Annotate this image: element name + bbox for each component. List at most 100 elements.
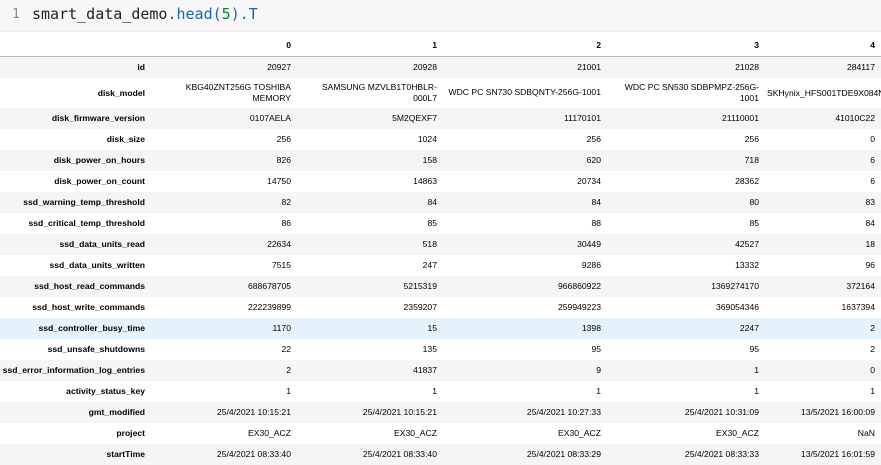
- table-cell: 259949223: [557, 302, 601, 312]
- table-cell: 5M2QEXF7: [392, 113, 437, 123]
- column-header: 4: [765, 33, 881, 57]
- table-cell: 826: [276, 155, 291, 165]
- table-row: disk_power_on_count 14750 14863 20734 28…: [0, 171, 881, 192]
- table-cell: 14750: [267, 176, 291, 186]
- table-cell: 25/4/2021 10:27:33: [526, 407, 601, 417]
- table-cell: 2359207: [403, 302, 437, 312]
- table-cell: 13/5/2021 16:01:59: [800, 449, 875, 459]
- table-cell: 256: [744, 134, 759, 144]
- table-cell: 25/4/2021 08:33:40: [216, 449, 291, 459]
- table-cell: 80: [749, 197, 759, 207]
- column-header: 0: [151, 33, 297, 57]
- table-cell: 25/4/2021 08:33:33: [684, 449, 759, 459]
- table-row-highlighted: ssd_controller_busy_time 1170 15 1398 22…: [0, 317, 881, 339]
- table-cell: 85: [427, 218, 437, 228]
- line-number: 1: [12, 7, 20, 22]
- code-close-paren: ): [230, 5, 240, 23]
- row-label: ssd_data_units_written: [49, 260, 145, 270]
- table-cell: 1: [596, 386, 601, 396]
- table-cell: 2: [870, 323, 875, 333]
- table-cell: EX30_ACZ: [558, 428, 601, 438]
- table-cell: 1: [754, 386, 759, 396]
- table-cell: 372164: [846, 281, 875, 291]
- table-cell: 21028: [735, 62, 759, 73]
- row-label: ssd_host_write_commands: [32, 302, 145, 312]
- table-cell: 88: [591, 218, 601, 228]
- column-header: 3: [607, 33, 765, 57]
- code-cell-input[interactable]: 1 smart_data_demo.head(5).T: [0, 0, 881, 32]
- table-cell: 84: [865, 218, 875, 228]
- table-cell: 1: [432, 386, 437, 396]
- table-cell: 718: [744, 155, 759, 165]
- table-cell: EX30_ACZ: [248, 428, 291, 438]
- table-cell: 21001: [577, 62, 601, 73]
- table-cell: 369054346: [715, 302, 759, 312]
- table-cell: KBG40ZNT256G TOSHIBA MEMORY: [185, 81, 291, 103]
- row-label: ssd_warning_temp_threshold: [23, 197, 145, 207]
- table-cell: 20928: [413, 62, 437, 73]
- table-row: disk_power_on_hours 826 158 620 718 6: [0, 149, 881, 171]
- table-cell: SKHynix_HFS001TDE9X084N: [767, 87, 881, 98]
- column-header: 2: [443, 33, 607, 57]
- table-row: activity_status_key 1 1 1 1 1: [0, 381, 881, 402]
- table-cell: 85: [749, 218, 759, 228]
- table-cell: NaN: [857, 428, 875, 438]
- table-row: disk_firmware_version 0107AELA 5M2QEXF7 …: [0, 107, 881, 129]
- code-line[interactable]: smart_data_demo.head(5).T: [32, 5, 258, 23]
- table-cell: 18: [865, 239, 875, 249]
- header-row: 0 1 2 3 4: [0, 33, 881, 57]
- table-row: disk_model KBG40ZNT256G TOSHIBA MEMORY S…: [0, 78, 881, 108]
- table-row: ssd_data_units_written 7515 247 9286 133…: [0, 255, 881, 276]
- row-label: disk_power_on_hours: [53, 155, 145, 165]
- table-cell: 9: [596, 365, 601, 375]
- table-cell: 1637394: [841, 302, 875, 312]
- table-cell: 21110001: [722, 113, 759, 123]
- table-row: ssd_data_units_read 22634 518 30449 4252…: [0, 233, 881, 255]
- table-cell: 96: [865, 260, 875, 270]
- table-cell: 1: [870, 386, 875, 396]
- index-header: [0, 33, 151, 57]
- table-cell: 25/4/2021 08:33:29: [526, 449, 601, 459]
- code-argument: 5: [221, 5, 231, 23]
- table-row: gmt_modified 25/4/2021 10:15:21 25/4/202…: [0, 401, 881, 423]
- table-cell: 84: [591, 197, 601, 207]
- table-cell: 95: [749, 344, 759, 354]
- row-label: gmt_modified: [88, 407, 145, 417]
- table-cell: 966860922: [557, 281, 601, 291]
- table-cell: 25/4/2021 08:33:40: [362, 449, 437, 459]
- table-cell: 95: [591, 344, 601, 354]
- table-cell: 284117: [846, 62, 875, 73]
- table-cell: 13332: [735, 260, 759, 270]
- table-cell: 25/4/2021 10:15:21: [216, 407, 291, 417]
- row-label: ssd_data_units_read: [59, 239, 146, 249]
- table-cell: 11170101: [564, 113, 601, 123]
- row-label: id: [137, 62, 145, 73]
- dataframe-output: 0 1 2 3 4 id 20927 20928 21001 21028 284…: [0, 33, 881, 465]
- table-cell: 7515: [271, 260, 291, 270]
- table-cell: EX30_ACZ: [716, 428, 759, 438]
- table-cell: 0107AELA: [249, 113, 291, 123]
- row-label: disk_power_on_count: [54, 176, 145, 186]
- row-label: activity_status_key: [66, 386, 145, 396]
- table-cell: 1: [754, 365, 759, 375]
- table-cell: 2: [870, 344, 875, 354]
- table-cell: 28362: [735, 176, 759, 186]
- table-cell: 0: [870, 134, 875, 144]
- row-label: project: [116, 428, 145, 438]
- table-cell: 256: [586, 134, 601, 144]
- table-cell: 1170: [272, 323, 291, 333]
- table-row: startTime 25/4/2021 08:33:40 25/4/2021 0…: [0, 443, 881, 465]
- table-row: disk_size 256 1024 256 256 0: [0, 129, 881, 150]
- table-cell: 13/5/2021 16:00:09: [800, 407, 875, 417]
- table-row: ssd_host_read_commands 688678705 5215319…: [0, 275, 881, 297]
- table-cell: 222239899: [247, 302, 291, 312]
- row-label: disk_model: [97, 87, 145, 98]
- table-cell: 25/4/2021 10:15:21: [362, 407, 437, 417]
- table-cell: 688678705: [247, 281, 291, 291]
- table-row: project EX30_ACZ EX30_ACZ EX30_ACZ EX30_…: [0, 423, 881, 444]
- table-cell: EX30_ACZ: [394, 428, 437, 438]
- code-method: .head(: [167, 5, 222, 23]
- table-cell: 15: [427, 323, 437, 333]
- table-cell: 135: [422, 344, 437, 354]
- table-cell: 22: [281, 344, 291, 354]
